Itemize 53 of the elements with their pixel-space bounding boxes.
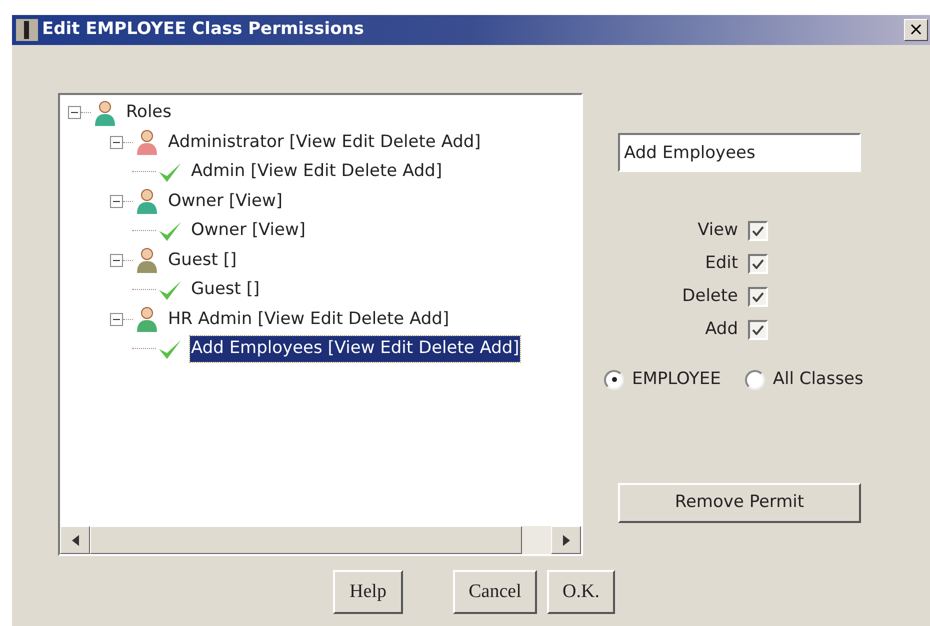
permission-label: View [698, 219, 738, 242]
permission-checkbox[interactable] [748, 320, 768, 340]
collapse-toggle[interactable] [110, 254, 123, 267]
collapse-toggle[interactable] [110, 194, 123, 208]
dialog-button[interactable]: Cancel [453, 570, 537, 614]
window-title: Edit EMPLOYEE Class Permissions [42, 18, 364, 42]
tree-item[interactable]: HR Admin [View Edit Delete Add] [167, 306, 450, 332]
scroll-thumb[interactable] [90, 526, 522, 554]
checkmark-icon [158, 220, 182, 242]
tree-item[interactable]: Guest [] [190, 277, 261, 302]
person-icon [135, 188, 159, 214]
collapse-toggle[interactable] [68, 106, 81, 120]
permission-label: Delete [682, 285, 738, 308]
tree-item[interactable]: Owner [View] [167, 188, 284, 214]
checkmark-icon [752, 259, 764, 269]
permission-label: Edit [705, 252, 738, 276]
radio-button[interactable] [604, 370, 624, 390]
tree-item[interactable]: Roles [125, 100, 172, 126]
checkmark-icon [752, 226, 764, 236]
tree-item[interactable]: Owner [View] [190, 218, 307, 244]
tree-item[interactable]: Guest [] [167, 248, 238, 273]
checkmark-icon [752, 325, 764, 335]
collapse-toggle[interactable] [110, 136, 123, 149]
permission-checkbox[interactable] [748, 221, 768, 241]
checkmark-icon [158, 338, 182, 360]
dialog-button[interactable]: O.K. [547, 570, 615, 614]
permission-checkbox[interactable] [748, 254, 768, 274]
person-icon [135, 306, 159, 332]
name-field[interactable]: Add Employees [618, 133, 861, 172]
left-arrow-icon [72, 534, 78, 546]
radio-button[interactable] [744, 370, 765, 390]
permission-label: Add [705, 318, 738, 342]
tree-item[interactable]: Admin [View Edit Delete Add] [190, 159, 444, 184]
scroll-left-button[interactable] [60, 526, 90, 554]
person-icon [135, 129, 159, 156]
app-icon [16, 19, 38, 41]
right-arrow-icon [562, 534, 570, 546]
scroll-right-button[interactable] [551, 526, 581, 554]
checkmark-icon [158, 160, 182, 183]
radio-label: EMPLOYEE [632, 368, 721, 391]
collapse-toggle[interactable] [110, 312, 123, 326]
close-button[interactable]: × [904, 19, 928, 41]
radio-label: All Classes [772, 368, 864, 391]
tree-item[interactable]: Add Employees [View Edit Delete Add] [190, 336, 520, 362]
permission-checkbox[interactable] [748, 287, 768, 307]
person-icon [93, 100, 117, 126]
dialog-button[interactable]: Help [333, 570, 403, 614]
person-icon [135, 247, 159, 274]
horizontal-scrollbar[interactable] [60, 526, 581, 554]
checkmark-icon [752, 292, 764, 302]
tree-item[interactable]: Administrator [View Edit Delete Add] [167, 130, 482, 155]
remove-permit-button[interactable]: Remove Permit [618, 482, 861, 522]
checkmark-icon [158, 278, 182, 301]
